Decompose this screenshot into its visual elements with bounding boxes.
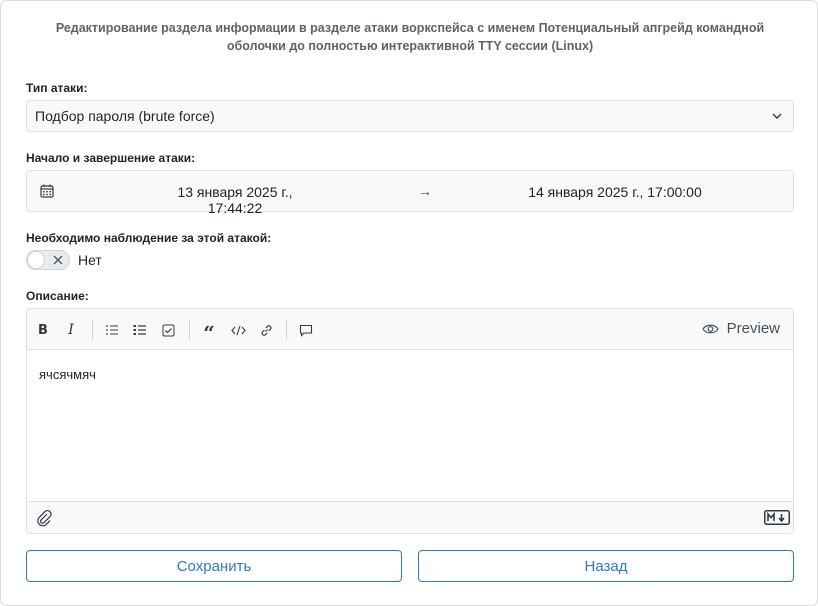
monitoring-label: Необходимо наблюдение за этой атакой: (26, 231, 272, 245)
end-date[interactable]: 14 января 2025 г., 17:00:00 (525, 184, 705, 200)
comment-icon[interactable] (298, 322, 314, 338)
edit-form-panel: Редактирование раздела информации в разд… (0, 0, 818, 606)
link-icon[interactable] (258, 322, 274, 338)
toolbar-divider (92, 319, 93, 340)
save-button[interactable]: Сохранить (26, 550, 402, 582)
range-arrow: → (418, 183, 432, 199)
chevron-down-icon (772, 113, 782, 119)
form-title: Редактирование раздела информации в разд… (55, 21, 765, 53)
description-label: Описание: (26, 289, 89, 303)
paperclip-icon[interactable] (35, 509, 53, 527)
markdown-icon (764, 510, 790, 525)
quote-icon[interactable]: “ (201, 322, 217, 343)
attack-period-label: Начало и завершение атаки: (26, 151, 196, 165)
toolbar-divider (286, 319, 287, 340)
description-text[interactable]: ячсячмяч (39, 367, 96, 382)
preview-button[interactable]: Preview (701, 320, 780, 337)
attack-type-value: Подбор пароля (brute force) (35, 108, 215, 124)
eye-icon (701, 324, 719, 333)
italic-icon[interactable]: I (63, 322, 79, 338)
start-date[interactable]: 13 января 2025 г., 17:44:22 (151, 184, 319, 216)
numbered-list-icon[interactable] (132, 322, 148, 338)
markdown-editor: B I “ Preview ячсячмяч (26, 308, 794, 534)
editor-footer (27, 501, 793, 533)
monitoring-toggle[interactable] (26, 250, 70, 270)
date-range-picker[interactable]: 13 января 2025 г., 17:44:22 → 14 января … (26, 170, 794, 216)
toggle-knob (27, 251, 45, 269)
monitoring-value: Нет (78, 252, 102, 268)
bulleted-list-icon[interactable] (104, 322, 120, 338)
calendar-icon (40, 184, 54, 198)
editor-toolbar: B I “ Preview (27, 309, 793, 350)
attack-type-label: Тип атаки: (26, 81, 88, 95)
preview-label: Preview (726, 320, 780, 337)
checklist-icon[interactable] (160, 322, 176, 338)
close-icon (53, 255, 63, 265)
attack-type-select[interactable]: Подбор пароля (brute force) (26, 100, 794, 132)
bold-icon[interactable]: B (35, 322, 51, 338)
code-icon[interactable] (230, 322, 246, 338)
toolbar-divider (189, 319, 190, 340)
back-button[interactable]: Назад (418, 550, 794, 582)
